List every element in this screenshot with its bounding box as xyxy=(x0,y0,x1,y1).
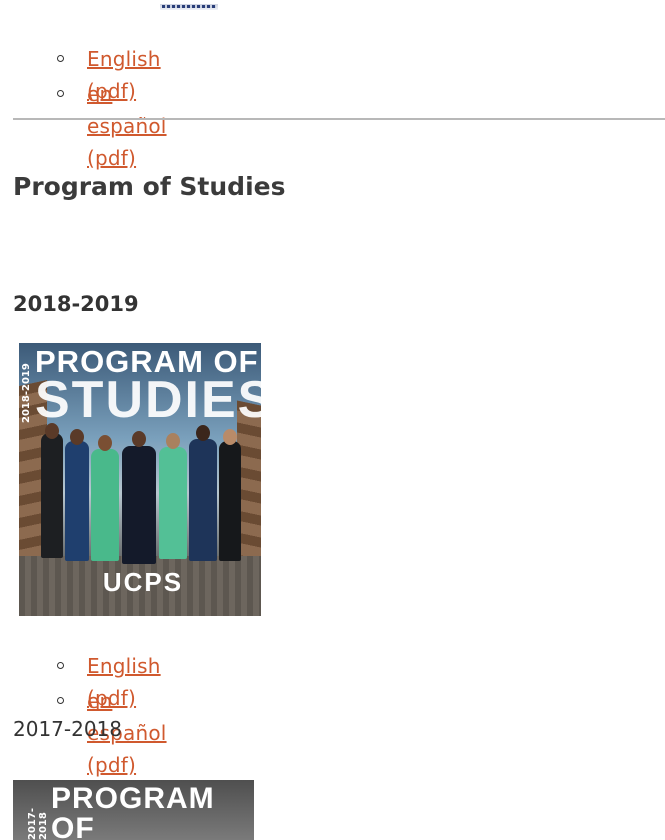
cover-title: PROGRAM OF STUDIES xyxy=(35,346,261,430)
student-figure xyxy=(91,449,119,561)
circle-bullet-icon xyxy=(57,90,64,97)
student-head xyxy=(132,431,146,447)
student-head xyxy=(223,429,237,445)
program-of-studies-cover-image[interactable]: 2018-2019 PROGRAM OF STUDIES UCPS xyxy=(19,343,261,616)
student-figure xyxy=(65,441,89,561)
ucps-logo-text: UCPS xyxy=(102,567,184,597)
student-figure xyxy=(159,447,187,559)
spanish-pdf-link[interactable]: en español (pdf) xyxy=(87,78,167,174)
cover-title-line2: STUDIES xyxy=(35,371,261,430)
previous-cover-image-fragment xyxy=(160,0,218,10)
student-head xyxy=(166,433,180,449)
student-figure xyxy=(41,433,63,558)
program-of-studies-cover-image[interactable]: 2017-2018 PROGRAM OF xyxy=(13,780,254,840)
cover-year-vertical: 2017-2018 xyxy=(27,808,49,840)
circle-bullet-icon xyxy=(57,697,64,704)
circle-bullet-icon xyxy=(57,662,64,669)
student-figure xyxy=(219,441,241,561)
edition-year-heading: 2018-2019 xyxy=(13,292,139,316)
section-heading: Program of Studies xyxy=(13,172,286,201)
cover-year-vertical: 2018-2019 xyxy=(21,363,32,423)
horizontal-divider xyxy=(13,118,665,120)
circle-bullet-icon xyxy=(57,55,64,62)
edition-year-label: 2017-2018 xyxy=(13,717,123,741)
cover-title-line1: PROGRAM OF xyxy=(51,782,215,840)
student-figure xyxy=(189,439,217,561)
student-head xyxy=(98,435,112,451)
student-head xyxy=(70,429,84,445)
ucps-logo: UCPS xyxy=(83,569,203,595)
student-figure xyxy=(122,446,156,564)
